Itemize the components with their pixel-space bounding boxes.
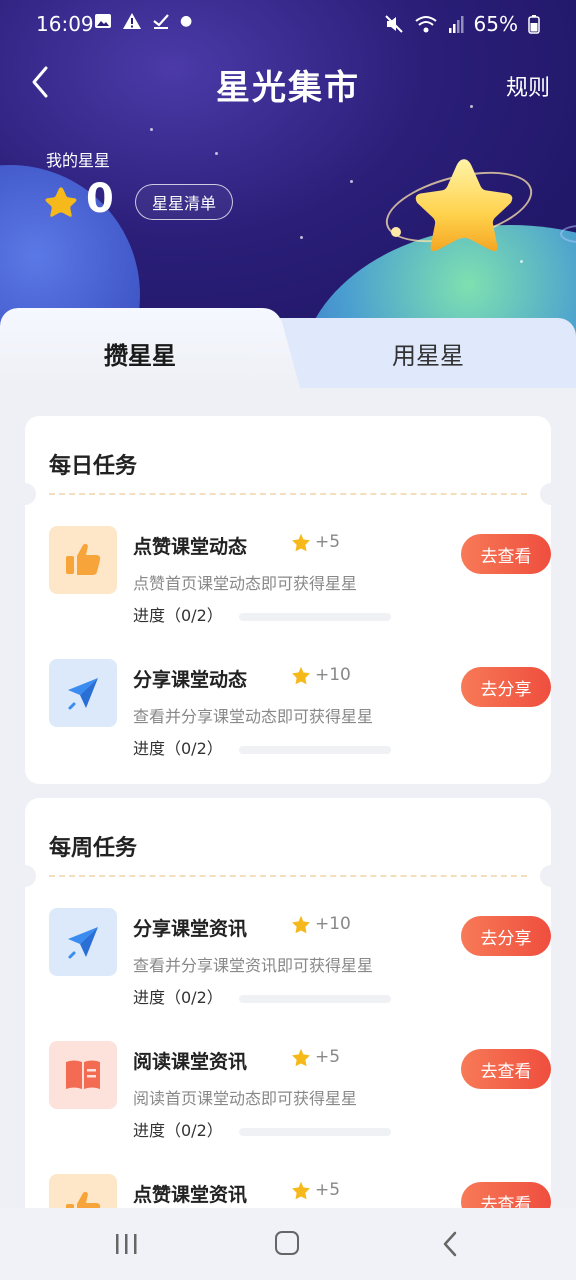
warning-icon [123, 13, 141, 29]
star-list-button[interactable]: 星星清单 [135, 184, 233, 220]
image-icon [95, 14, 111, 28]
task-progress: 进度（0/2） [133, 988, 223, 1007]
signal-icon [448, 16, 464, 33]
tab-earn-stars[interactable]: 攒星星 [104, 336, 176, 371]
share-button[interactable]: 去分享 [461, 667, 551, 707]
rules-link[interactable]: 规则 [506, 70, 550, 102]
progress-bar [239, 1128, 391, 1136]
task-reward: +10 [291, 914, 351, 934]
progress-bar [239, 613, 391, 621]
star-icon [292, 533, 310, 551]
paper-plane-icon [49, 659, 117, 727]
task-item: 阅读课堂资讯 +5 阅读首页课堂动态即可获得星星 进度（0/2） 去查看 [49, 1041, 551, 1161]
reward-value: +10 [315, 665, 351, 685]
task-item: 分享课堂资讯 +10 查看并分享课堂资讯即可获得星星 进度（0/2） 去分享 [49, 908, 551, 1028]
tab-bar: 攒星星 用星星 [0, 308, 576, 388]
battery-icon [528, 15, 540, 34]
status-time: 16:09 [36, 12, 94, 36]
daily-tasks-card: 每日任务 点赞课堂动态 +5 点赞首页课堂动态即可获得星星 进度（0/2） 去查… [14, 416, 562, 784]
task-name: 点赞课堂动态 [133, 536, 248, 558]
recent-apps-icon[interactable] [113, 1232, 139, 1256]
view-button[interactable]: 去查看 [461, 1049, 551, 1089]
reward-value: +5 [315, 1047, 341, 1067]
star-icon [292, 1048, 310, 1066]
reward-value: +5 [315, 1180, 341, 1200]
task-reward: +10 [291, 665, 351, 685]
task-progress: 进度（0/2） [133, 739, 223, 758]
task-progress: 进度（0/2） [133, 606, 223, 625]
system-back-icon[interactable] [440, 1230, 460, 1258]
progress-bar [239, 746, 391, 754]
task-desc: 阅读首页课堂动态即可获得星星 [133, 1089, 358, 1108]
book-icon [49, 1041, 117, 1109]
thumbs-up-icon [49, 526, 117, 594]
star-icon [45, 187, 77, 217]
weekly-tasks-card: 每周任务 分享课堂资讯 +10 查看并分享课堂资讯即可获得星星 进度（0/2） … [14, 798, 562, 1242]
task-progress: 进度（0/2） [133, 1121, 223, 1140]
star-icon [292, 915, 310, 933]
battery-percent: 65% [473, 12, 518, 36]
wifi-icon [414, 16, 437, 33]
view-button[interactable]: 去查看 [461, 534, 551, 574]
task-item: 分享课堂动态 +10 查看并分享课堂动态即可获得星星 进度（0/2） 去分享 [49, 659, 551, 779]
big-star-icon [415, 159, 513, 252]
card-divider [49, 493, 527, 495]
status-bar: 16:09 ● 65% [0, 0, 576, 48]
star-count: 0 [86, 176, 114, 222]
share-button[interactable]: 去分享 [461, 916, 551, 956]
star-icon [292, 666, 310, 684]
dot-icon: ● [180, 13, 193, 29]
task-name: 阅读课堂资讯 [133, 1051, 248, 1073]
weekly-tasks-title: 每周任务 [49, 836, 138, 861]
system-nav-bar [0, 1208, 576, 1280]
mute-icon [384, 15, 403, 33]
reward-value: +5 [315, 532, 341, 552]
system-status: 65% [384, 12, 540, 36]
progress-bar [239, 995, 391, 1003]
task-desc: 查看并分享课堂资讯即可获得星星 [133, 956, 374, 975]
card-divider [49, 875, 527, 877]
tab-use-stars[interactable]: 用星星 [392, 336, 464, 371]
task-item: 点赞课堂动态 +5 点赞首页课堂动态即可获得星星 进度（0/2） 去查看 [49, 526, 551, 646]
notification-icons: ● [94, 12, 192, 30]
task-name: 分享课堂资讯 [133, 918, 248, 940]
task-reward: +5 [291, 1047, 340, 1067]
my-stars-label: 我的星星 [46, 151, 111, 170]
task-name: 点赞课堂资讯 [133, 1184, 248, 1206]
daily-tasks-title: 每日任务 [49, 454, 138, 479]
task-reward: +5 [291, 1180, 340, 1200]
star-icon [292, 1181, 310, 1199]
home-icon[interactable] [275, 1231, 299, 1255]
task-desc: 查看并分享课堂动态即可获得星星 [133, 707, 374, 726]
task-desc: 点赞首页课堂动态即可获得星星 [133, 574, 358, 593]
page-title: 星光集市 [216, 68, 360, 108]
paper-plane-icon [49, 908, 117, 976]
task-name: 分享课堂动态 [133, 669, 248, 691]
reward-value: +10 [315, 914, 351, 934]
task-reward: +5 [291, 532, 340, 552]
orbit-dot [391, 227, 401, 237]
task-done-icon [153, 14, 169, 29]
